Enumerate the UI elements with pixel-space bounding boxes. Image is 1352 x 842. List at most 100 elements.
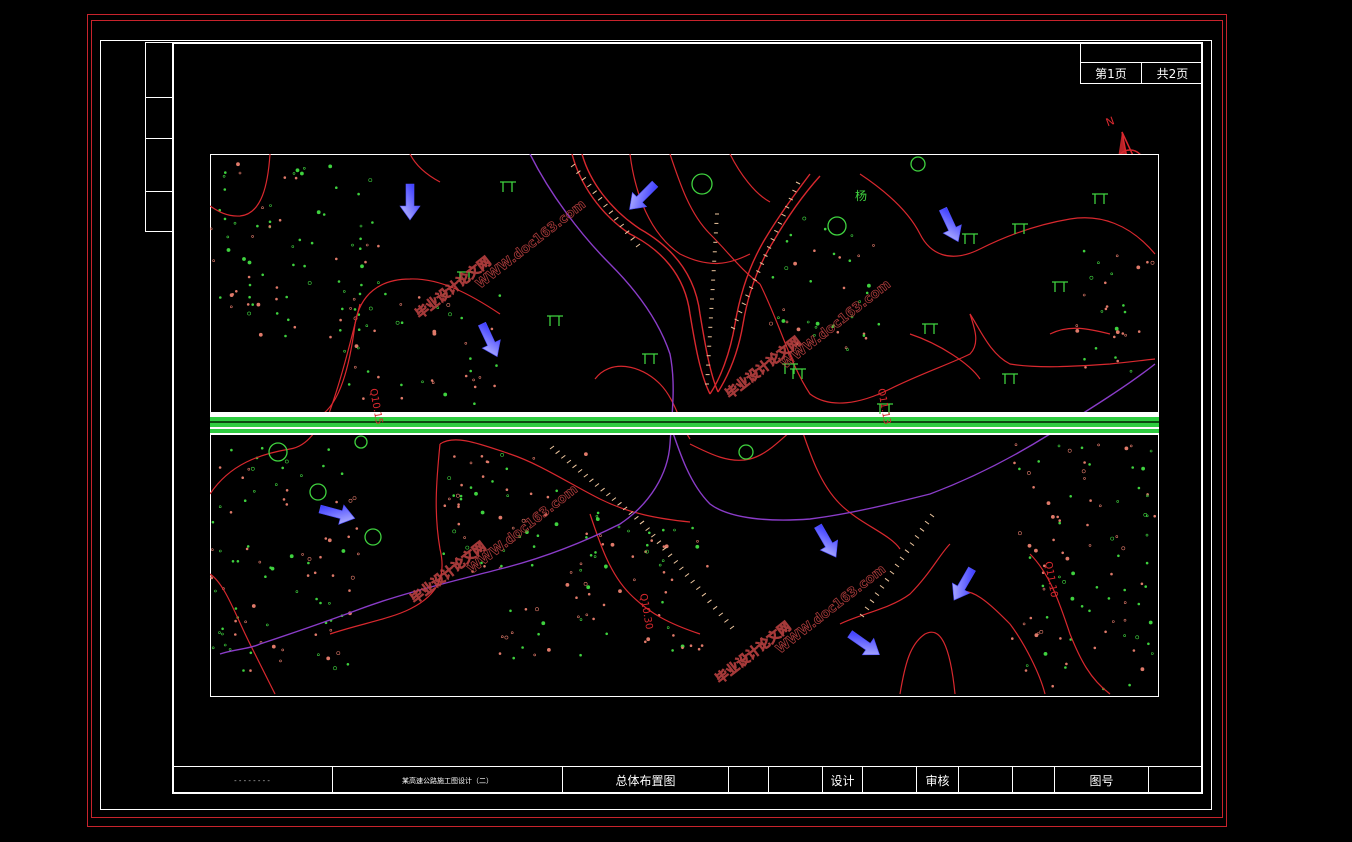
vegetation-dot bbox=[554, 522, 559, 527]
vegetation-dot bbox=[647, 531, 651, 535]
vegetation-dot bbox=[231, 559, 235, 563]
vegetation-dot bbox=[1115, 330, 1120, 335]
vegetation-dot bbox=[234, 619, 237, 623]
vegetation-dot bbox=[337, 280, 341, 283]
vegetation-dot bbox=[697, 647, 701, 651]
vegetation-dot bbox=[1083, 357, 1086, 361]
vegetation-dot bbox=[1065, 662, 1068, 666]
vegetation-dot bbox=[341, 307, 344, 311]
vegetation-dot bbox=[247, 275, 251, 279]
page-total: 共2页 bbox=[1156, 66, 1189, 81]
vegetation-dot bbox=[521, 646, 524, 649]
vegetation-dot bbox=[223, 188, 227, 191]
vegetation-dot bbox=[282, 498, 286, 501]
project-name-cell: 某高速公路施工图设计（二） bbox=[332, 767, 562, 794]
vegetation-dot bbox=[268, 225, 272, 228]
vegetation-dot bbox=[771, 276, 775, 279]
vegetation-dot bbox=[335, 257, 338, 261]
vegetation-dot bbox=[443, 504, 447, 508]
vegetation-dot bbox=[452, 494, 455, 497]
vegetation-dot bbox=[275, 286, 279, 289]
vegetation-dot bbox=[546, 647, 551, 652]
vegetation-dot bbox=[1018, 467, 1021, 471]
place-label: 杨 bbox=[855, 188, 867, 203]
page-number: 第1页 bbox=[1095, 66, 1127, 81]
vegetation-dot bbox=[500, 564, 503, 568]
vegetation-dot bbox=[1061, 551, 1065, 555]
vegetation-dot bbox=[322, 213, 326, 216]
vegetation-dot bbox=[223, 217, 227, 221]
vegetation-dot bbox=[285, 295, 288, 299]
vegetation-dot bbox=[1065, 556, 1070, 561]
vegetation-dot bbox=[258, 332, 263, 337]
vegetation-dot bbox=[211, 520, 215, 524]
vegetation-dot bbox=[315, 597, 318, 601]
vegetation-dot bbox=[335, 186, 338, 190]
vegetation-dot bbox=[1140, 582, 1144, 586]
vegetation-dot bbox=[823, 227, 827, 231]
vegetation-dot bbox=[643, 640, 647, 644]
vegetation-dot bbox=[249, 669, 252, 672]
vegetation-dot bbox=[292, 263, 295, 267]
vegetation-dot bbox=[358, 292, 362, 296]
vegetation-dot bbox=[505, 488, 509, 492]
vegetation-dot bbox=[417, 296, 421, 299]
vegetation-dot bbox=[565, 582, 570, 587]
vegetation-dot bbox=[493, 384, 496, 388]
vegetation-dot bbox=[430, 379, 434, 382]
vegetation-dot bbox=[377, 375, 380, 379]
vegetation-dot bbox=[1064, 666, 1067, 669]
binding-margin-table bbox=[145, 42, 173, 232]
school-cell: - - - - - - - - bbox=[234, 776, 270, 785]
design-sign-cell bbox=[862, 767, 916, 794]
vegetation-dot bbox=[1121, 332, 1125, 335]
vegetation-dot bbox=[681, 646, 684, 650]
vegetation-dot bbox=[307, 561, 310, 565]
vegetation-dot bbox=[532, 545, 536, 548]
vegetation-dot bbox=[210, 576, 214, 580]
vegetation-dot bbox=[689, 644, 693, 648]
vegetation-dot bbox=[442, 552, 445, 556]
vegetation-dot bbox=[236, 559, 240, 563]
vegetation-dot bbox=[498, 294, 502, 297]
vegetation-dot bbox=[1013, 461, 1016, 465]
vegetation-dot bbox=[650, 539, 654, 542]
vegetation-dot bbox=[1075, 328, 1080, 333]
vegetation-dot bbox=[1041, 584, 1045, 588]
vegetation-dot bbox=[219, 296, 222, 299]
vegetation-dot bbox=[1059, 637, 1062, 640]
vegetation-dot bbox=[480, 510, 485, 515]
vegetation-dot bbox=[1132, 649, 1136, 652]
vegetation-dot bbox=[340, 472, 344, 476]
vegetation-dot bbox=[1083, 461, 1086, 464]
vegetation-dot bbox=[864, 336, 868, 340]
vegetation-dot bbox=[339, 329, 342, 332]
blank-cell-2 bbox=[768, 767, 822, 794]
vegetation-dot bbox=[226, 248, 231, 252]
vegetation-dot bbox=[1082, 249, 1086, 253]
site-map: Q10.15 Q11.13 Q10.30 Q11.10 杨 毕业设计论文网 WW… bbox=[210, 154, 1159, 697]
vegetation-dot bbox=[605, 632, 609, 636]
vegetation-dot bbox=[256, 224, 259, 228]
vegetation-dot bbox=[706, 564, 709, 568]
vegetation-dot bbox=[326, 656, 331, 661]
vegetation-dot bbox=[1069, 494, 1073, 498]
vegetation-dot bbox=[555, 489, 559, 493]
vegetation-dot bbox=[585, 532, 589, 536]
north-label: N bbox=[1104, 114, 1116, 129]
vegetation-dot bbox=[348, 589, 351, 592]
vegetation-dot bbox=[360, 264, 364, 269]
vegetation-dot bbox=[251, 303, 255, 306]
vegetation-dot bbox=[1089, 499, 1092, 502]
vegetation-dot bbox=[646, 637, 651, 642]
vegetation-dot bbox=[815, 321, 820, 326]
vegetation-dot bbox=[364, 260, 367, 264]
vegetation-dot bbox=[785, 240, 789, 243]
vegetation-dot bbox=[481, 475, 485, 478]
vegetation-dot bbox=[469, 357, 472, 360]
vegetation-dot bbox=[524, 607, 528, 611]
vegetation-dot bbox=[1051, 684, 1055, 688]
vegetation-dot bbox=[362, 397, 365, 400]
vegetation-dot bbox=[796, 327, 801, 332]
vegetation-dot bbox=[1128, 683, 1131, 687]
